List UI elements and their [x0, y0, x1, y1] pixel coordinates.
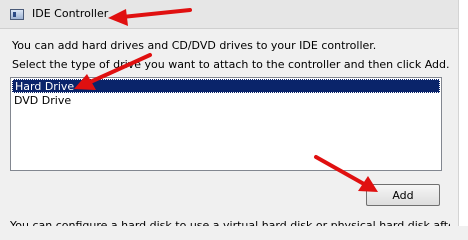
scroll-edge: [458, 0, 468, 226]
ide-controller-icon: [10, 9, 24, 20]
list-item-dvd-drive[interactable]: DVD Drive: [12, 94, 440, 108]
ide-controller-page: IDE Controller You can add hard drives a…: [0, 0, 468, 226]
section-header: IDE Controller: [0, 0, 458, 29]
add-button[interactable]: Add: [366, 184, 440, 206]
drive-type-list[interactable]: Hard Drive DVD Drive: [10, 77, 442, 171]
footer-text: You can configure a hard disk to use a v…: [10, 219, 450, 226]
list-item-hard-drive[interactable]: Hard Drive: [12, 79, 440, 93]
description-line-1: You can add hard drives and CD/DVD drive…: [12, 39, 377, 52]
section-title: IDE Controller: [32, 7, 109, 20]
description-line-2: Select the type of drive you want to att…: [12, 58, 450, 71]
